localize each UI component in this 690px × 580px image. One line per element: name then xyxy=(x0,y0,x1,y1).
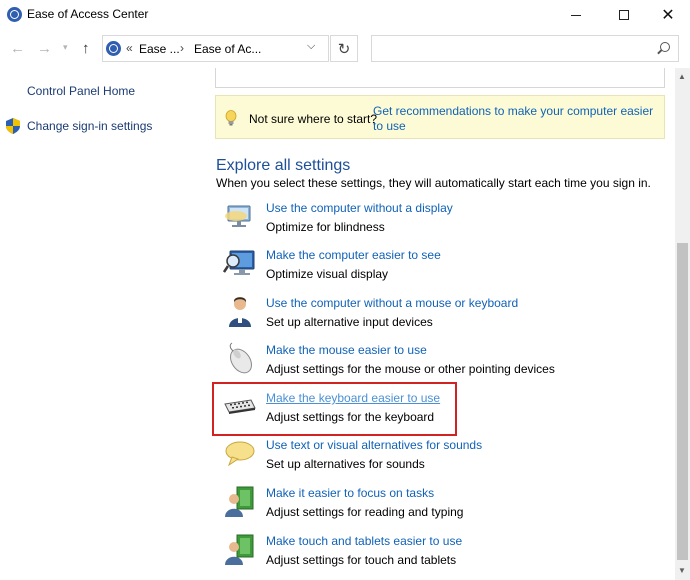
setting-sound-alternatives: Use text or visual alternatives for soun… xyxy=(215,435,665,479)
setting-link[interactable]: Make the computer easier to see xyxy=(266,248,441,262)
maximize-icon xyxy=(619,10,629,20)
focus-person-icon xyxy=(225,486,254,517)
setting-description: Set up alternative input devices xyxy=(266,315,433,329)
window-title: Ease of Access Center xyxy=(27,7,149,21)
touch-person-icon xyxy=(225,534,254,565)
setting-description: Adjust settings for reading and typing xyxy=(266,505,464,519)
setting-link[interactable]: Use the computer without a mouse or keyb… xyxy=(266,296,518,310)
scroll-up-icon[interactable]: ▲ xyxy=(678,72,686,81)
get-recommendations-link[interactable]: Get recommendations to make your compute… xyxy=(373,104,663,134)
setting-description: Optimize visual display xyxy=(266,267,389,281)
magnifier-monitor-icon xyxy=(223,250,255,275)
setting-description: Adjust settings for touch and tablets xyxy=(266,553,457,567)
tip-text: Not sure where to start? xyxy=(249,112,378,126)
setting-focus-tasks: Make it easier to focus on tasks Adjust … xyxy=(215,483,665,527)
back-button[interactable]: ← xyxy=(10,40,25,57)
breadcrumb-separator[interactable]: › xyxy=(180,41,184,55)
close-icon: ✕ xyxy=(661,7,675,24)
setting-easier-to-see: Make the computer easier to see Optimize… xyxy=(215,245,665,289)
setting-description: Adjust settings for the mouse or other p… xyxy=(266,362,555,376)
recent-locations-button[interactable]: ▾ xyxy=(63,42,68,53)
search-icon xyxy=(660,42,670,52)
address-bar[interactable]: « Ease ... › Ease of Ac... ⌵ xyxy=(102,35,329,62)
main-content: Not sure where to start? Get recommendat… xyxy=(205,68,675,580)
setting-without-mouse-keyboard: Use the computer without a mouse or keyb… xyxy=(215,293,665,337)
search-input[interactable] xyxy=(371,35,679,62)
breadcrumb-ease-of-access-center[interactable]: Ease of Ac... xyxy=(194,42,261,56)
minimize-button[interactable] xyxy=(553,0,599,30)
hidden-breadcrumbs-chevron[interactable]: « xyxy=(126,41,133,55)
setting-link[interactable]: Make the mouse easier to use xyxy=(266,343,427,357)
minimize-icon xyxy=(571,14,581,16)
ease-of-access-icon xyxy=(7,7,22,22)
person-icon xyxy=(229,297,251,327)
navigation-bar: ← → ▾ ↑ « Ease ... › Ease of Ac... ⌵ ↻ xyxy=(0,30,690,68)
section-title: Explore all settings xyxy=(216,157,351,174)
setting-link[interactable]: Use the computer without a display xyxy=(266,201,453,215)
setting-link[interactable]: Use text or visual alternatives for soun… xyxy=(266,438,482,452)
uac-shield-icon xyxy=(6,118,20,134)
address-dropdown-button[interactable]: ⌵ xyxy=(307,40,315,53)
scroll-down-icon[interactable]: ▼ xyxy=(678,566,686,575)
close-button[interactable]: ✕ xyxy=(645,0,690,30)
breadcrumb-ease-of-access[interactable]: Ease ... xyxy=(139,42,180,56)
vertical-scrollbar[interactable]: ▲ ▼ xyxy=(675,68,690,580)
scroll-thumb[interactable] xyxy=(677,243,688,560)
ease-of-access-icon xyxy=(106,41,121,56)
setting-description: Set up alternatives for sounds xyxy=(266,457,425,471)
setting-mouse-easier: Make the mouse easier to use Adjust sett… xyxy=(215,340,665,384)
refresh-button[interactable]: ↻ xyxy=(330,35,358,62)
setting-description: Optimize for blindness xyxy=(266,220,385,234)
display-narrator-icon xyxy=(225,205,251,227)
lightbulb-icon xyxy=(225,110,237,126)
change-sign-in-settings-link[interactable]: Change sign-in settings xyxy=(27,119,152,133)
up-button[interactable]: ↑ xyxy=(82,40,90,57)
forward-button[interactable]: → xyxy=(37,40,52,57)
setting-touch-tablets: Make touch and tablets easier to use Adj… xyxy=(215,531,665,575)
refresh-icon: ↻ xyxy=(337,40,351,58)
maximize-button[interactable] xyxy=(601,0,647,30)
mouse-icon xyxy=(229,342,252,374)
title-bar: Ease of Access Center ✕ xyxy=(0,0,690,30)
recommendation-tip: Not sure where to start? Get recommendat… xyxy=(215,95,665,139)
left-panel: Control Panel Home Change sign-in settin… xyxy=(0,68,205,580)
highlight-annotation xyxy=(212,382,457,436)
setting-link[interactable]: Make touch and tablets easier to use xyxy=(266,534,462,548)
control-panel-home-link[interactable]: Control Panel Home xyxy=(27,84,135,98)
previous-section-box xyxy=(215,68,665,88)
section-description: When you select these settings, they wil… xyxy=(216,176,651,190)
setting-use-without-display: Use the computer without a display Optim… xyxy=(215,198,665,242)
setting-link[interactable]: Make it easier to focus on tasks xyxy=(266,486,434,500)
speech-bubble-icon xyxy=(225,441,255,467)
